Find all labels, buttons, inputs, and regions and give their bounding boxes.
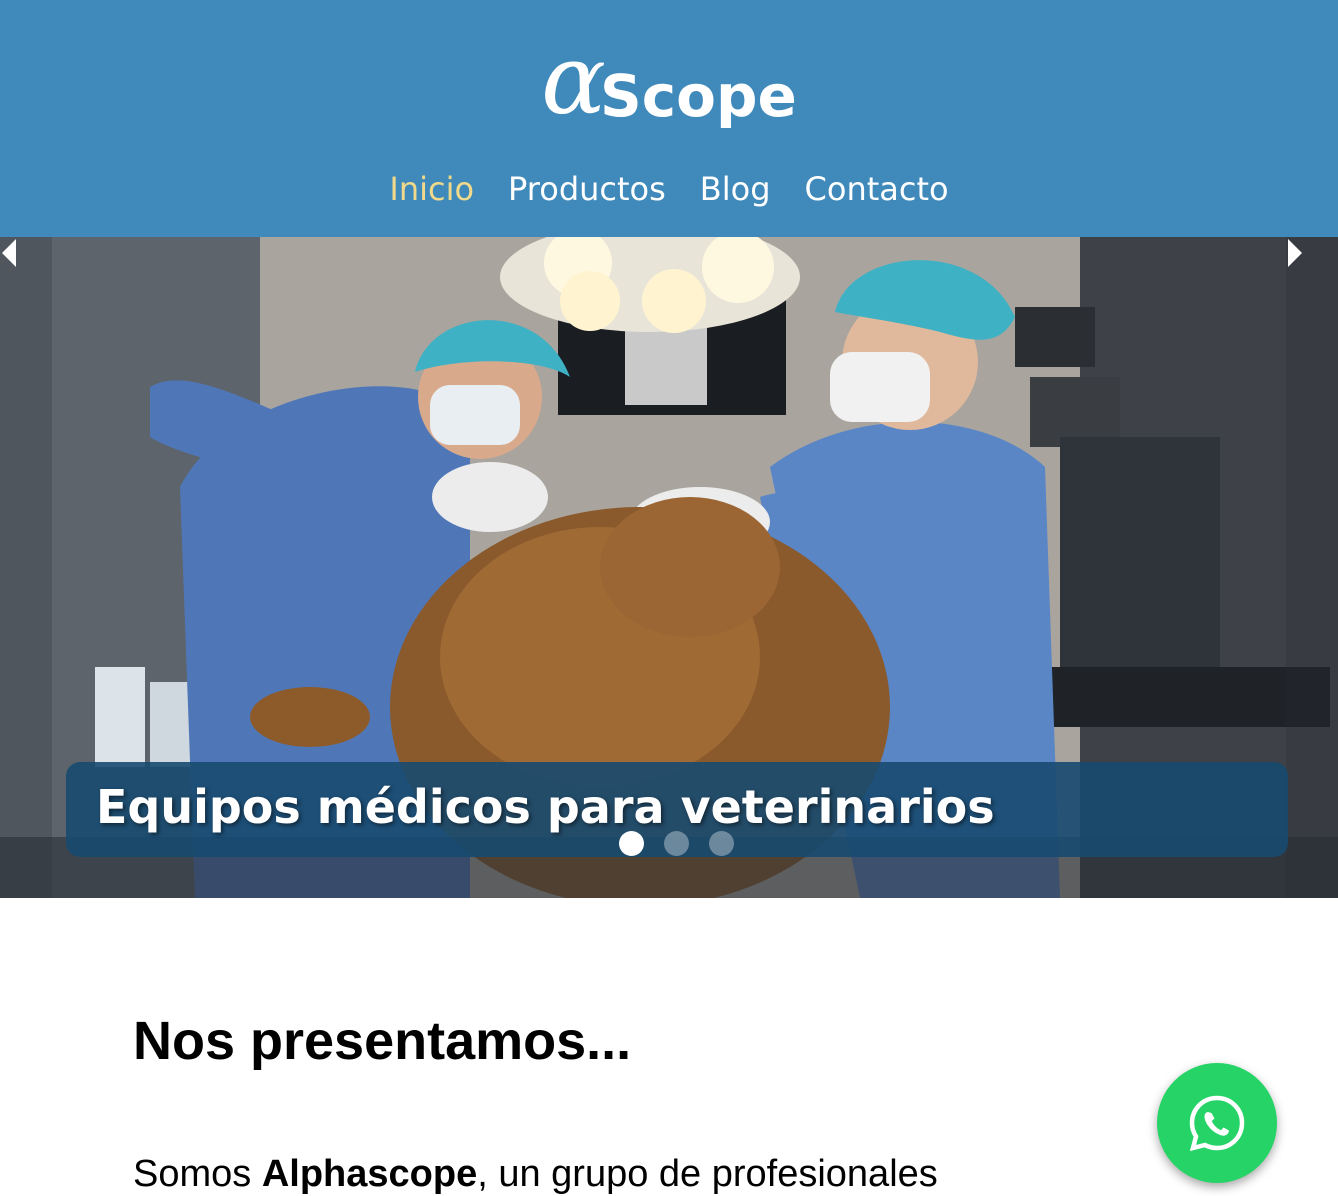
logo[interactable]: αScope	[0, 32, 1338, 130]
carousel-dot-2[interactable]	[664, 831, 689, 856]
hero-caption-title: Equipos médicos para veterinarios	[96, 780, 995, 834]
whatsapp-button[interactable]	[1157, 1063, 1277, 1183]
nav-item-productos[interactable]: Productos	[508, 170, 666, 208]
site-header: αScope Inicio Productos Blog Contacto	[0, 0, 1338, 237]
intro-brand-name: Alphascope	[261, 1153, 478, 1195]
nav-item-inicio[interactable]: Inicio	[389, 170, 474, 208]
carousel-prev-button[interactable]	[0, 237, 52, 898]
nav-item-contacto[interactable]: Contacto	[805, 170, 949, 208]
section-title: Nos presentamos...	[133, 1010, 632, 1071]
carousel-dot-1[interactable]	[619, 831, 644, 856]
logo-word: Scope	[599, 62, 797, 130]
carousel-next-button[interactable]	[1286, 237, 1338, 898]
intro-text-after: , un grupo de profesionales	[477, 1153, 938, 1195]
chevron-left-icon	[2, 239, 16, 267]
logo-alpha: α	[541, 24, 606, 136]
main-nav: Inicio Productos Blog Contacto	[0, 170, 1338, 208]
carousel-dot-3[interactable]	[709, 831, 734, 856]
intro-text: Somos Alphascope, un grupo de profesiona…	[133, 1153, 938, 1196]
carousel-indicators	[619, 831, 734, 856]
hero-carousel: Equipos médicos para veterinarios	[0, 237, 1338, 898]
whatsapp-icon	[1189, 1095, 1245, 1152]
nav-item-blog[interactable]: Blog	[700, 170, 771, 208]
intro-text-before: Somos	[133, 1153, 262, 1195]
chevron-right-icon	[1288, 239, 1302, 267]
